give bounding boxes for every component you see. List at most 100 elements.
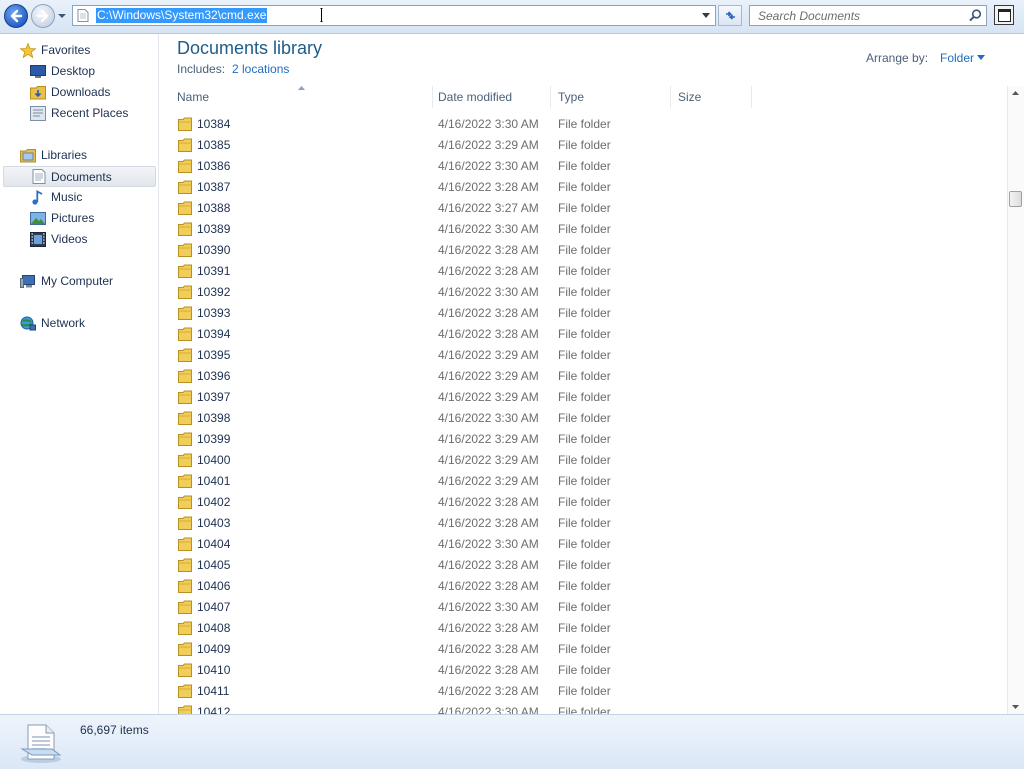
- table-row[interactable]: 10394 4/16/2022 3:28 AM File folder: [159, 324, 1007, 345]
- sidebar-item-music[interactable]: Music: [0, 187, 157, 208]
- scrollbar-thumb[interactable]: [1009, 191, 1022, 207]
- table-row[interactable]: 10402 4/16/2022 3:28 AM File folder: [159, 492, 1007, 513]
- vertical-scrollbar[interactable]: [1007, 86, 1024, 714]
- refresh-button[interactable]: [718, 5, 742, 26]
- sidebar-item-documents[interactable]: Documents: [3, 166, 156, 187]
- folder-icon: [178, 537, 192, 551]
- scroll-down-arrow-icon[interactable]: [1012, 705, 1019, 709]
- table-row[interactable]: 10398 4/16/2022 3:30 AM File folder: [159, 408, 1007, 429]
- file-type: File folder: [558, 432, 611, 446]
- table-row[interactable]: 10386 4/16/2022 3:30 AM File folder: [159, 156, 1007, 177]
- table-row[interactable]: 10385 4/16/2022 3:29 AM File folder: [159, 135, 1007, 156]
- file-type: File folder: [558, 579, 611, 593]
- folder-icon: [178, 222, 192, 236]
- table-row[interactable]: 10404 4/16/2022 3:30 AM File folder: [159, 534, 1007, 555]
- file-name: 10400: [197, 453, 231, 467]
- file-name: 10411: [197, 684, 230, 698]
- table-row[interactable]: 10405 4/16/2022 3:28 AM File folder: [159, 555, 1007, 576]
- address-input[interactable]: C:\Windows\System32\cmd.exe: [96, 8, 268, 23]
- search-input[interactable]: [750, 6, 968, 25]
- sidebar-item-my-computer[interactable]: My Computer: [0, 271, 157, 292]
- column-size[interactable]: Size: [671, 86, 752, 108]
- date-modified: 4/16/2022 3:28 AM: [438, 243, 539, 257]
- table-row[interactable]: 10387 4/16/2022 3:28 AM File folder: [159, 177, 1007, 198]
- table-row[interactable]: 10403 4/16/2022 3:28 AM File folder: [159, 513, 1007, 534]
- file-type: File folder: [558, 705, 611, 714]
- table-row[interactable]: 10390 4/16/2022 3:28 AM File folder: [159, 240, 1007, 261]
- table-row[interactable]: 10396 4/16/2022 3:29 AM File folder: [159, 366, 1007, 387]
- sidebar-item-label: Videos: [51, 232, 88, 246]
- locations-link[interactable]: 2 locations: [232, 62, 289, 76]
- date-modified: 4/16/2022 3:28 AM: [438, 516, 539, 530]
- table-row[interactable]: 10410 4/16/2022 3:28 AM File folder: [159, 660, 1007, 681]
- file-type: File folder: [558, 222, 611, 236]
- file-name: 10395: [197, 348, 231, 362]
- scroll-up-arrow-icon[interactable]: [1012, 91, 1019, 95]
- table-row[interactable]: 10412 4/16/2022 3:30 AM File folder: [159, 702, 1007, 714]
- table-row[interactable]: 10409 4/16/2022 3:28 AM File folder: [159, 639, 1007, 660]
- folder-icon: [178, 558, 192, 572]
- sidebar-item-libraries[interactable]: Libraries: [0, 145, 157, 166]
- table-row[interactable]: 10388 4/16/2022 3:27 AM File folder: [159, 198, 1007, 219]
- table-row[interactable]: 10391 4/16/2022 3:28 AM File folder: [159, 261, 1007, 282]
- sidebar-item-label: Recent Places: [51, 106, 129, 120]
- sidebar-item-label: Libraries: [41, 148, 88, 162]
- table-row[interactable]: 10397 4/16/2022 3:29 AM File folder: [159, 387, 1007, 408]
- videos-icon: [30, 232, 46, 247]
- arrange-by-dropdown[interactable]: Folder: [940, 51, 974, 65]
- column-type[interactable]: Type: [551, 86, 671, 108]
- date-modified: 4/16/2022 3:28 AM: [438, 327, 539, 341]
- file-type: File folder: [558, 558, 611, 572]
- date-modified: 4/16/2022 3:28 AM: [438, 642, 539, 656]
- recent-pages-dropdown-icon[interactable]: [57, 11, 67, 21]
- back-button[interactable]: [4, 4, 28, 28]
- file-name: 10384: [197, 117, 231, 131]
- sidebar-item-videos[interactable]: Videos: [0, 229, 157, 250]
- folder-icon: [178, 327, 192, 341]
- table-row[interactable]: 10384 4/16/2022 3:30 AM File folder: [159, 114, 1007, 135]
- date-modified: 4/16/2022 3:28 AM: [438, 621, 539, 635]
- restore-window-button[interactable]: [994, 5, 1014, 25]
- library-title: Documents library: [177, 38, 323, 58]
- sidebar-item-downloads[interactable]: Downloads: [0, 82, 157, 103]
- sidebar-item-label: Favorites: [41, 43, 91, 57]
- search-box[interactable]: [749, 5, 987, 26]
- table-row[interactable]: 10406 4/16/2022 3:28 AM File folder: [159, 576, 1007, 597]
- folder-icon: [178, 201, 192, 215]
- sidebar-item-desktop[interactable]: Desktop: [0, 61, 157, 82]
- file-name: 10389: [197, 222, 231, 236]
- sidebar-item-network[interactable]: Network: [0, 313, 157, 334]
- table-row[interactable]: 10392 4/16/2022 3:30 AM File folder: [159, 282, 1007, 303]
- file-name: 10392: [197, 285, 231, 299]
- folder-icon: [178, 348, 192, 362]
- sidebar-item-favorites[interactable]: Favorites: [0, 40, 157, 61]
- table-row[interactable]: 10395 4/16/2022 3:29 AM File folder: [159, 345, 1007, 366]
- table-row[interactable]: 10407 4/16/2022 3:30 AM File folder: [159, 597, 1007, 618]
- table-row[interactable]: 10401 4/16/2022 3:29 AM File folder: [159, 471, 1007, 492]
- forward-button[interactable]: [31, 4, 55, 28]
- file-type: File folder: [558, 138, 611, 152]
- date-modified: 4/16/2022 3:28 AM: [438, 684, 539, 698]
- folder-icon: [178, 579, 192, 593]
- file-type: File folder: [558, 684, 611, 698]
- file-type: File folder: [558, 642, 611, 656]
- table-row[interactable]: 10399 4/16/2022 3:29 AM File folder: [159, 429, 1007, 450]
- table-row[interactable]: 10393 4/16/2022 3:28 AM File folder: [159, 303, 1007, 324]
- date-modified: 4/16/2022 3:27 AM: [438, 201, 539, 215]
- table-row[interactable]: 10389 4/16/2022 3:30 AM File folder: [159, 219, 1007, 240]
- column-date-modified[interactable]: Date modified: [431, 86, 551, 108]
- navigation-bar: C:\Windows\System32\cmd.exe: [0, 0, 1024, 34]
- file-type: File folder: [558, 621, 611, 635]
- table-row[interactable]: 10411 4/16/2022 3:28 AM File folder: [159, 681, 1007, 702]
- sidebar-item-pictures[interactable]: Pictures: [0, 208, 157, 229]
- date-modified: 4/16/2022 3:28 AM: [438, 495, 539, 509]
- search-icon[interactable]: [969, 9, 982, 22]
- table-row[interactable]: 10400 4/16/2022 3:29 AM File folder: [159, 450, 1007, 471]
- address-dropdown-button[interactable]: [697, 6, 715, 25]
- sidebar-item-recent-places[interactable]: Recent Places: [0, 103, 157, 124]
- table-row[interactable]: 10408 4/16/2022 3:28 AM File folder: [159, 618, 1007, 639]
- chevron-down-icon[interactable]: [977, 55, 985, 60]
- date-modified: 4/16/2022 3:30 AM: [438, 117, 539, 131]
- file-type: File folder: [558, 117, 611, 131]
- address-bar[interactable]: C:\Windows\System32\cmd.exe: [72, 5, 716, 26]
